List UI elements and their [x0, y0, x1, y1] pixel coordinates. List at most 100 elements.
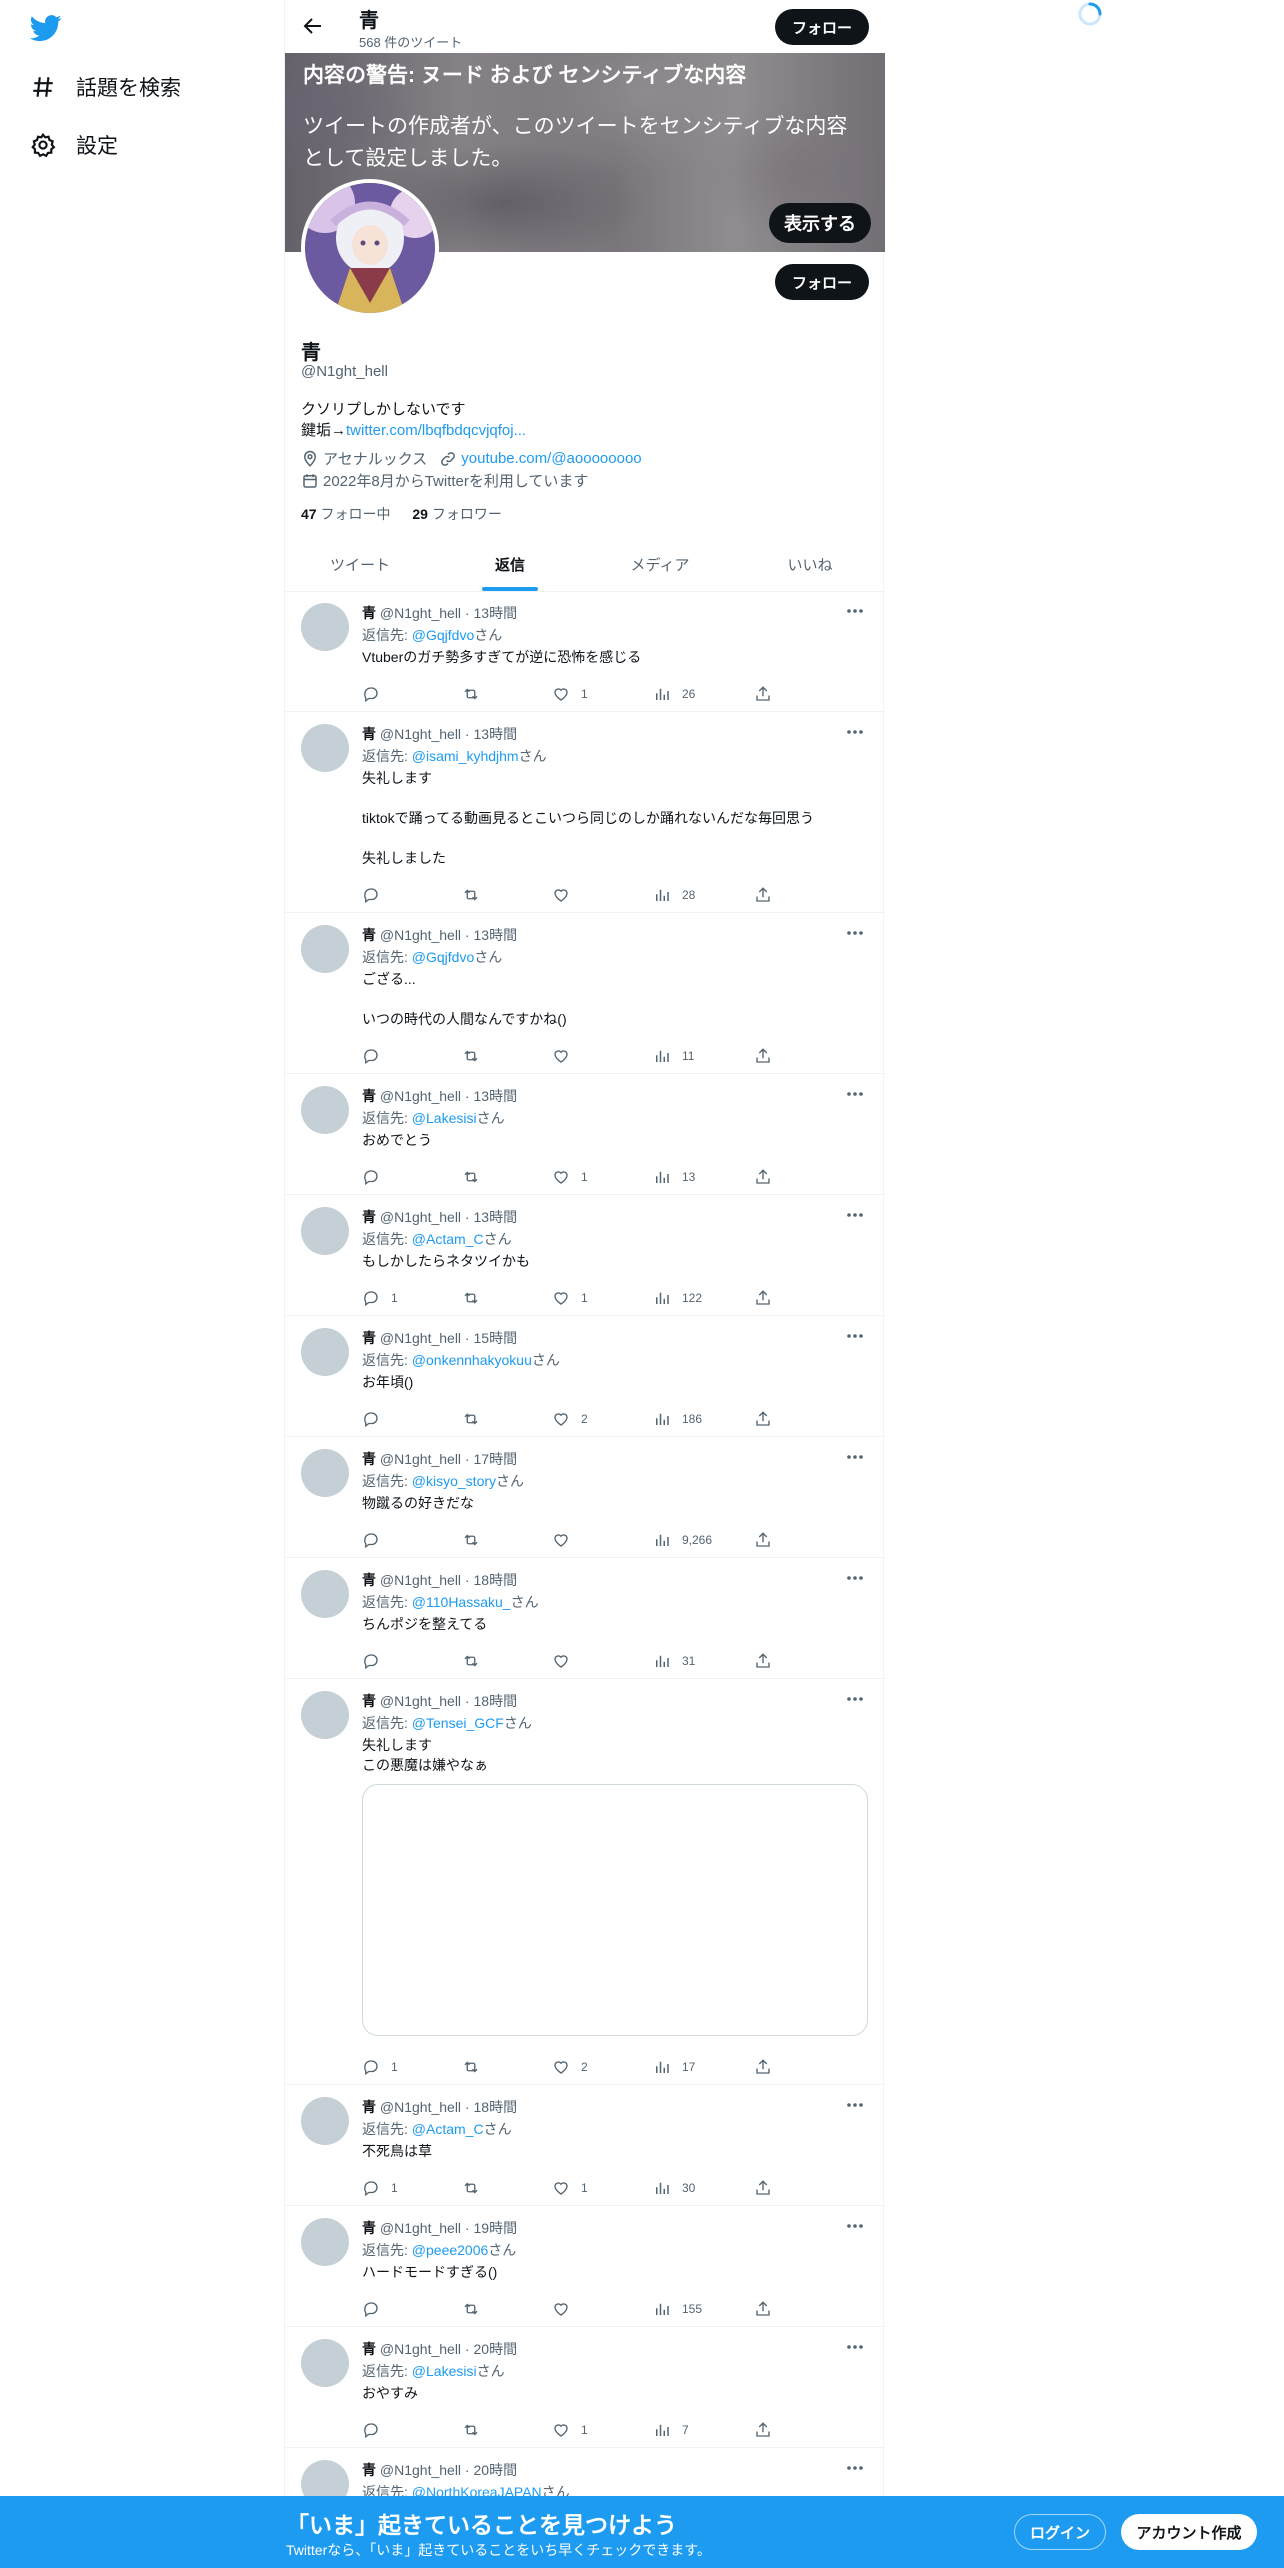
share-button[interactable]	[754, 1531, 772, 1549]
tweet-author-handle[interactable]: @N1ght_hell	[380, 2462, 461, 2478]
tweet-time[interactable]: 18時間	[474, 1693, 518, 1709]
tweet-avatar[interactable]	[301, 925, 349, 973]
tweet-author-name[interactable]: 青	[362, 1088, 376, 1104]
share-button[interactable]	[754, 1168, 772, 1186]
share-button[interactable]	[754, 2058, 772, 2076]
tweet-author-handle[interactable]: @N1ght_hell	[380, 726, 461, 742]
nav-explore[interactable]: 話題を検索	[28, 63, 181, 111]
more-options-icon[interactable]	[843, 2218, 867, 2234]
more-options-icon[interactable]	[843, 1691, 867, 1707]
tweet-author-name[interactable]: 青	[362, 1209, 376, 1225]
reply-button[interactable]: 1	[362, 1289, 398, 1307]
reply-button[interactable]	[362, 1047, 391, 1065]
share-button[interactable]	[754, 1652, 772, 1670]
views-button[interactable]: 26	[653, 685, 695, 703]
tweet-avatar[interactable]	[301, 724, 349, 772]
like-button[interactable]: 2	[552, 2058, 588, 2076]
header-follow-button[interactable]: フォロー	[775, 9, 869, 45]
tweet[interactable]: 青 @N1ght_hell · 13時間 返信先: @Actam_Cさん もしかした…	[285, 1195, 885, 1316]
followers-link[interactable]: 29 フォロワー	[412, 506, 501, 522]
tweet-author-handle[interactable]: @N1ght_hell	[380, 2341, 461, 2357]
reply-mention[interactable]: @110Hassaku_	[412, 1594, 511, 1610]
reply-button[interactable]	[362, 1531, 391, 1549]
reply-button[interactable]	[362, 2300, 391, 2318]
tweet-avatar[interactable]	[301, 1691, 349, 1739]
tweet[interactable]: 青 @N1ght_hell · 20時間 返信先: @Lakesisiさん おやすみ…	[285, 2327, 885, 2448]
tweet-author-handle[interactable]: @N1ght_hell	[380, 1693, 461, 1709]
tweet-author-handle[interactable]: @N1ght_hell	[380, 2220, 461, 2236]
tweet-avatar[interactable]	[301, 2218, 349, 2266]
views-button[interactable]: 9,266	[653, 1531, 712, 1549]
tab-replies[interactable]: 返信	[435, 538, 585, 591]
like-button[interactable]	[552, 1531, 581, 1549]
tweet[interactable]: 青 @N1ght_hell · 18時間 返信先: @Tensei_GCFさん 失礼…	[285, 1679, 885, 2085]
retweet-button[interactable]	[462, 2058, 480, 2076]
tweet-avatar[interactable]	[301, 1207, 349, 1255]
tweet-author-handle[interactable]: @N1ght_hell	[380, 1451, 461, 1467]
tweet-time[interactable]: 19時間	[474, 2220, 518, 2236]
share-button[interactable]	[754, 685, 772, 703]
tweet-author-name[interactable]: 青	[362, 2099, 376, 2115]
retweet-button[interactable]	[462, 886, 480, 904]
share-button[interactable]	[754, 886, 772, 904]
profile-follow-button[interactable]: フォロー	[775, 264, 869, 300]
tweet-time[interactable]: 18時間	[474, 2099, 518, 2115]
tweet-author-handle[interactable]: @N1ght_hell	[380, 1209, 461, 1225]
tweet-time[interactable]: 20時間	[474, 2462, 518, 2478]
views-button[interactable]: 31	[653, 1652, 695, 1670]
tweet-author-handle[interactable]: @N1ght_hell	[380, 1088, 461, 1104]
tweet-avatar[interactable]	[301, 1328, 349, 1376]
tweet[interactable]: 青 @N1ght_hell · 18時間 返信先: @110Hassaku_さんち…	[285, 1558, 885, 1679]
retweet-button[interactable]	[462, 1289, 480, 1307]
more-options-icon[interactable]	[843, 1207, 867, 1223]
views-button[interactable]: 7	[653, 2421, 689, 2439]
nav-settings[interactable]: 設定	[28, 121, 118, 169]
retweet-button[interactable]	[462, 2421, 480, 2439]
views-button[interactable]: 17	[653, 2058, 695, 2076]
reply-button[interactable]: 1	[362, 2179, 398, 2197]
like-button[interactable]: 1	[552, 2421, 588, 2439]
profile-website[interactable]: youtube.com/@aoooooooo	[461, 450, 641, 467]
tweet-time[interactable]: 17時間	[474, 1451, 518, 1467]
retweet-button[interactable]	[462, 2179, 480, 2197]
reply-button[interactable]	[362, 685, 391, 703]
tweet-avatar[interactable]	[301, 2097, 349, 2145]
like-button[interactable]	[552, 2300, 581, 2318]
reply-button[interactable]	[362, 886, 391, 904]
reply-button[interactable]	[362, 1410, 391, 1428]
tweet-author-name[interactable]: 青	[362, 2462, 376, 2478]
like-button[interactable]	[552, 1047, 581, 1065]
reply-mention[interactable]: @peee2006	[412, 2242, 489, 2258]
tweet[interactable]: 青 @N1ght_hell · 17時間 返信先: @kisyo_storyさん物…	[285, 1437, 885, 1558]
views-button[interactable]: 186	[653, 1410, 702, 1428]
like-button[interactable]	[552, 1652, 581, 1670]
more-options-icon[interactable]	[843, 2097, 867, 2113]
retweet-button[interactable]	[462, 1531, 480, 1549]
retweet-button[interactable]	[462, 1168, 480, 1186]
tweet-author-name[interactable]: 青	[362, 927, 376, 943]
share-button[interactable]	[754, 2179, 772, 2197]
tweet[interactable]: 青 @N1ght_hell · 13時間 返信先: @Gqjfdvoさん Vtube…	[285, 591, 885, 712]
tweet-time[interactable]: 13時間	[474, 1209, 518, 1225]
tweet-author-name[interactable]: 青	[362, 1693, 376, 1709]
views-button[interactable]: 155	[653, 2300, 702, 2318]
reply-button[interactable]	[362, 1652, 391, 1670]
reply-mention[interactable]: @isami_kyhdjhm	[412, 748, 519, 764]
reply-mention[interactable]: @kisyo_story	[412, 1473, 496, 1489]
share-button[interactable]	[754, 2421, 772, 2439]
tweet-time[interactable]: 15時間	[474, 1330, 518, 1346]
more-options-icon[interactable]	[843, 1570, 867, 1586]
views-button[interactable]: 122	[653, 1289, 702, 1307]
tweet[interactable]: 青 @N1ght_hell · 18時間 返信先: @Actam_Cさん 不死鳥は草…	[285, 2085, 885, 2206]
retweet-button[interactable]	[462, 1652, 480, 1670]
retweet-button[interactable]	[462, 1410, 480, 1428]
tweet-author-name[interactable]: 青	[362, 1572, 376, 1588]
tweet-author-name[interactable]: 青	[362, 2220, 376, 2236]
tweet-author-name[interactable]: 青	[362, 2341, 376, 2357]
tweet-avatar[interactable]	[301, 603, 349, 651]
retweet-button[interactable]	[462, 1047, 480, 1065]
views-button[interactable]: 13	[653, 1168, 695, 1186]
share-button[interactable]	[754, 1289, 772, 1307]
like-button[interactable]: 1	[552, 1289, 588, 1307]
more-options-icon[interactable]	[843, 2460, 867, 2476]
